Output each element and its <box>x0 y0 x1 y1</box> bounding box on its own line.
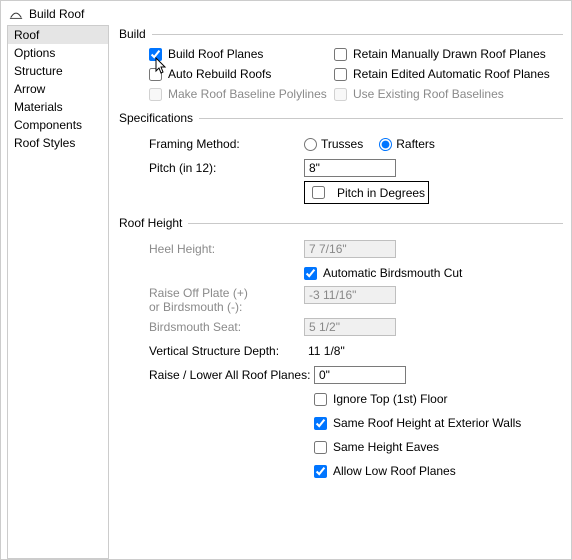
raise-lower-label: Raise / Lower All Roof Planes: <box>149 368 314 382</box>
vert-struct-depth-value: 11 1/8" <box>304 344 403 358</box>
sidebar-item-components[interactable]: Components <box>8 116 108 134</box>
rafters-radio[interactable] <box>379 138 392 151</box>
pitch-input[interactable] <box>304 159 396 177</box>
same-roof-height-ext-checkbox[interactable] <box>314 417 327 430</box>
raise-off-plate-input <box>304 286 396 304</box>
rafters-radio-wrap[interactable]: Rafters <box>379 137 435 151</box>
same-roof-height-ext-label: Same Roof Height at Exterior Walls <box>333 416 521 430</box>
sidebar-item-materials[interactable]: Materials <box>8 98 108 116</box>
sidebar-item-roof[interactable]: Roof <box>8 26 108 44</box>
roof-height-legend: Roof Height <box>119 216 188 230</box>
retain-edited-auto-planes-label: Retain Edited Automatic Roof Planes <box>353 67 550 81</box>
trusses-radio-wrap[interactable]: Trusses <box>304 137 363 151</box>
sidebar-item-arrow[interactable]: Arrow <box>8 80 108 98</box>
allow-low-roof-planes-label: Allow Low Roof Planes <box>333 464 456 478</box>
auto-rebuild-roofs-checkbox[interactable] <box>149 68 162 81</box>
raise-off-plate-label-2: or Birdsmouth (-): <box>149 300 304 314</box>
birdsmouth-seat-input <box>304 318 396 336</box>
build-roof-planes-label: Build Roof Planes <box>168 47 263 61</box>
use-existing-baselines-label: Use Existing Roof Baselines <box>353 87 504 101</box>
same-height-eaves-label: Same Height Eaves <box>333 440 439 454</box>
retain-manual-planes-checkbox[interactable] <box>334 48 347 61</box>
build-group: Build Build Roof Planes <box>119 27 563 101</box>
auto-birdsmouth-label: Automatic Birdsmouth Cut <box>323 266 462 280</box>
birdsmouth-seat-label: Birdsmouth Seat: <box>149 320 304 334</box>
auto-rebuild-roofs-label: Auto Rebuild Roofs <box>168 67 271 81</box>
build-roof-planes-checkbox[interactable] <box>149 48 162 61</box>
pitch-in-degrees-checkbox[interactable] <box>312 186 325 199</box>
retain-manual-planes-label: Retain Manually Drawn Roof Planes <box>353 47 546 61</box>
allow-low-roof-planes-checkbox[interactable] <box>314 465 327 478</box>
sidebar-item-roof-styles[interactable]: Roof Styles <box>8 134 108 152</box>
use-existing-baselines-checkbox <box>334 88 347 101</box>
trusses-radio[interactable] <box>304 138 317 151</box>
roof-height-group: Roof Height Heel Height: Automatic Birds… <box>119 216 563 484</box>
heel-height-label: Heel Height: <box>149 242 304 256</box>
pitch-in-degrees-checkbox-wrap[interactable]: Pitch in Degrees <box>304 181 429 204</box>
make-baseline-polylines-label: Make Roof Baseline Polylines <box>168 87 327 101</box>
build-legend: Build <box>119 27 152 41</box>
sidebar-item-structure[interactable]: Structure <box>8 62 108 80</box>
framing-method-label: Framing Method: <box>149 137 304 151</box>
raise-off-plate-label-1: Raise Off Plate (+) <box>149 286 304 300</box>
category-sidebar: Roof Options Structure Arrow Materials C… <box>7 25 109 559</box>
same-height-eaves-checkbox[interactable] <box>314 441 327 454</box>
pitch-label: Pitch (in 12): <box>149 161 304 175</box>
retain-edited-auto-planes-checkbox[interactable] <box>334 68 347 81</box>
ignore-top-floor-label: Ignore Top (1st) Floor <box>333 392 448 406</box>
specifications-legend: Specifications <box>119 111 199 125</box>
sidebar-item-options[interactable]: Options <box>8 44 108 62</box>
ignore-top-floor-checkbox[interactable] <box>314 393 327 406</box>
specifications-group: Specifications Framing Method: Trusses R… <box>119 111 563 206</box>
roof-icon <box>9 7 23 21</box>
auto-birdsmouth-checkbox[interactable] <box>304 267 317 280</box>
title-bar: Build Roof <box>1 1 571 25</box>
heel-height-input <box>304 240 396 258</box>
pitch-in-degrees-label: Pitch in Degrees <box>337 186 425 200</box>
make-baseline-polylines-checkbox <box>149 88 162 101</box>
vert-struct-depth-label: Vertical Structure Depth: <box>149 344 304 358</box>
window-title: Build Roof <box>29 7 84 21</box>
raise-lower-input[interactable] <box>314 366 406 384</box>
